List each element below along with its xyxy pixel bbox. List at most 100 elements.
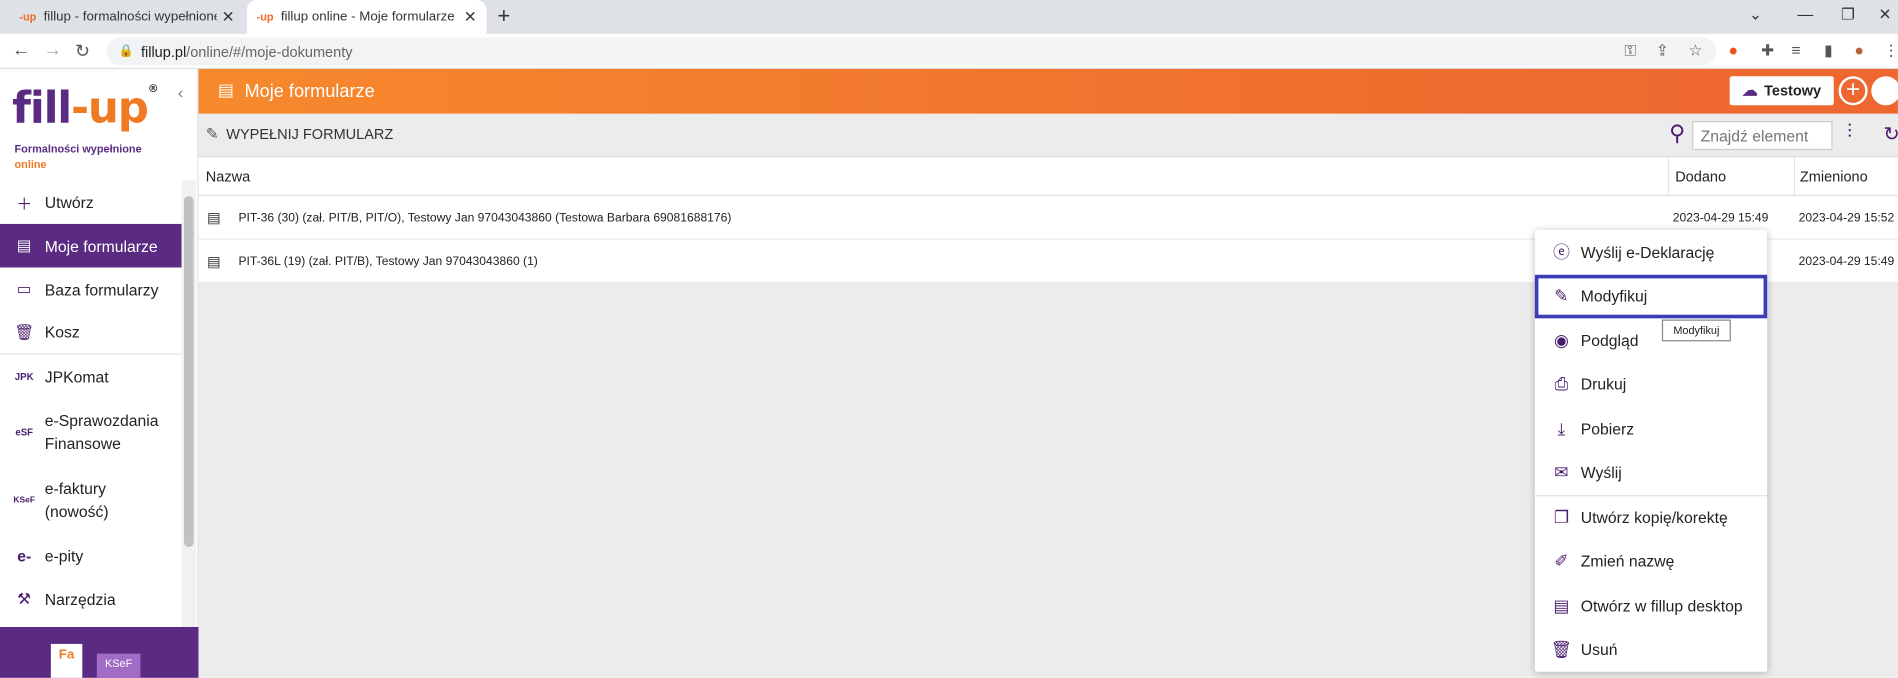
key-icon[interactable]: ⚿ xyxy=(1624,41,1636,60)
menu-item-label: Modyfikuj xyxy=(1580,287,1648,306)
sidebar-item-utworz[interactable]: ＋ Utwórz xyxy=(0,180,182,224)
sidebar-item-e-sprawozdania[interactable]: eSF e-Sprawozdania Finansowe xyxy=(0,398,182,466)
page-title: Moje formularze xyxy=(244,81,375,102)
esf-icon: eSF xyxy=(15,426,34,438)
table-header: Nazwa Dodano Zmieniono xyxy=(198,157,1898,197)
sidebar-item-narzedzia[interactable]: ⚒ Narzędzia xyxy=(0,577,182,621)
user-avatar[interactable] xyxy=(1871,76,1898,106)
menu-item-copy-correction[interactable]: ❐ Utwórz kopię/korektę xyxy=(1534,495,1768,539)
tab-search-icon[interactable]: ⌄ xyxy=(1749,5,1762,24)
profile-avatar-icon[interactable]: ● xyxy=(1854,41,1864,59)
sidepanel-icon[interactable]: ▮ xyxy=(1824,41,1833,60)
sidebar-item-e-pity[interactable]: e-e-pity xyxy=(0,534,182,578)
sidebar-scrollbar-thumb[interactable] xyxy=(183,196,194,548)
restore-icon[interactable]: ❐ xyxy=(1841,5,1855,24)
menu-item-send[interactable]: ✉ Wyślij xyxy=(1535,451,1767,495)
sidebar-item-e-faktury[interactable]: KSeF e-faktury (nowość) xyxy=(0,466,182,534)
row-name: PIT-36L (19) (zał. PIT/B), Testowy Jan 9… xyxy=(238,255,538,269)
share-icon[interactable]: ⇪ xyxy=(1656,41,1669,60)
menu-item-send-e-declaration[interactable]: ⓔ Wyślij e-Deklarację xyxy=(1535,230,1767,274)
puzzle-icon[interactable]: ✚ xyxy=(1761,41,1774,60)
collapse-sidebar-icon[interactable]: ‹ xyxy=(178,84,183,102)
forward-icon[interactable]: → xyxy=(44,40,62,61)
url-path: /online/#/moje-dokumenty xyxy=(186,42,353,60)
fillup-favicon-icon: -up xyxy=(19,10,37,23)
sidebar-item-jpkomat[interactable]: JPK JPKomat xyxy=(0,355,182,399)
menu-item-label: Drukuj xyxy=(1580,375,1627,394)
logo-fill: fill xyxy=(12,83,72,134)
document-icon: ▤ xyxy=(206,209,221,227)
filter-settings-icon[interactable]: ⫶ xyxy=(1847,122,1852,144)
tools-icon: ⚒ xyxy=(17,589,32,608)
folder-icon: ▭ xyxy=(16,279,32,298)
row-changed: 2023-04-29 15:49 xyxy=(1798,255,1895,269)
sidebar-item-kosz[interactable]: 🗑 Kosz xyxy=(0,311,182,355)
sidebar-item-label: e-Sprawozdania Finansowe xyxy=(44,411,159,453)
menu-item-download[interactable]: ⤓ Pobierz xyxy=(1535,407,1767,451)
column-divider xyxy=(1793,157,1796,197)
epity-icon: e- xyxy=(17,546,32,565)
menu-item-label: Utwórz kopię/korektę xyxy=(1580,508,1728,527)
trash-icon: 🗑 xyxy=(1550,639,1573,659)
refresh-icon[interactable]: ↻ xyxy=(1883,122,1898,146)
fillup-logo[interactable]: fill-up® xyxy=(12,83,159,134)
media-icon[interactable]: ≡ xyxy=(1791,41,1800,59)
sidebar-item-label: Narzędzia xyxy=(44,590,116,609)
ksef-badge: KSeF xyxy=(96,653,141,678)
sidebar-item-label: Kosz xyxy=(44,323,80,342)
trash-icon: 🗑 xyxy=(14,322,35,341)
bookmark-star-icon[interactable]: ☆ xyxy=(1689,41,1703,60)
close-tab-icon[interactable]: ✕ xyxy=(222,7,235,26)
menu-item-label: Pobierz xyxy=(1580,419,1635,438)
envelope-icon: ✉ xyxy=(1554,462,1569,483)
close-window-icon[interactable]: ✕ xyxy=(1879,5,1892,24)
reload-icon[interactable]: ↻ xyxy=(75,40,90,62)
promo-banner[interactable]: Fa KSeF xyxy=(0,626,199,678)
e-declaration-icon: ⓔ xyxy=(1552,242,1570,262)
tagline-line-1: Formalności wypełnione xyxy=(14,142,142,155)
menu-item-label: Zmień nazwę xyxy=(1580,552,1675,571)
toolbar: ✎ WYPEŁNIJ FORMULARZ ⚲ ⫶ ↻ xyxy=(198,113,1898,158)
menu-item-preview[interactable]: ◉ Podgląd xyxy=(1535,318,1767,362)
sidebar-item-label: e-faktury (nowość) xyxy=(44,479,109,521)
lock-icon: 🔒 xyxy=(118,44,134,59)
sidebar-item-label: e-pity xyxy=(44,546,84,565)
menu-item-rename[interactable]: ✐ Zmień nazwę xyxy=(1535,539,1767,583)
menu-item-delete[interactable]: 🗑 Usuń xyxy=(1535,628,1767,672)
column-header-name[interactable]: Nazwa xyxy=(206,168,250,185)
sidebar-item-label: JPKomat xyxy=(44,367,109,386)
row-added: 2023-04-29 15:49 xyxy=(1672,211,1769,226)
sidebar-item-label: Moje formularze xyxy=(44,236,158,255)
fill-form-button[interactable]: ✎ WYPEŁNIJ FORMULARZ xyxy=(206,125,394,144)
download-icon: ⤓ xyxy=(1557,418,1566,438)
fillup-favicon-icon: -up xyxy=(256,10,274,23)
menu-item-print[interactable]: ⎙ Drukuj xyxy=(1535,363,1767,407)
browser-tab-moje-formularze[interactable]: -up fillup online - Moje formularze ✕ xyxy=(246,0,487,34)
column-header-added[interactable]: Dodano xyxy=(1675,168,1726,185)
jpk-icon: JPK xyxy=(14,370,34,382)
kebab-menu-icon[interactable]: ⋮ xyxy=(1883,41,1898,60)
sidebar-item-moje-formularze[interactable]: ▤ Moje formularze xyxy=(0,223,182,268)
logo-tagline: Formalności wypełnione online xyxy=(15,142,142,173)
browser-tab-fillup-home[interactable]: -up fillup - formalności wypełnione. F ✕ xyxy=(10,0,245,34)
add-button[interactable]: + xyxy=(1838,76,1868,106)
logo-up: up xyxy=(87,83,149,134)
search-input[interactable] xyxy=(1692,121,1833,151)
sidebar-item-baza-formularzy[interactable]: ▭ Baza formularzy xyxy=(0,267,182,311)
menu-item-modify[interactable]: ✎ Modyfikuj xyxy=(1534,274,1768,319)
url-host: fillup.pl xyxy=(140,42,187,60)
account-button[interactable]: ☁ Testowy xyxy=(1729,76,1834,106)
new-tab-button[interactable]: + xyxy=(497,4,510,29)
page-header: ▤ Moje formularze ☁ Testowy + xyxy=(198,68,1898,114)
minimize-icon[interactable]: — xyxy=(1797,5,1813,23)
row-changed: 2023-04-29 15:52 xyxy=(1798,211,1895,226)
tagline-line-2: online xyxy=(14,158,47,171)
search-icon[interactable]: ⚲ xyxy=(1669,121,1685,146)
close-tab-icon[interactable]: ✕ xyxy=(464,7,477,26)
sidebar-item-label: Baza formularzy xyxy=(44,280,159,299)
extension-icon[interactable]: ● xyxy=(1728,41,1738,59)
url-field[interactable]: 🔒 fillup.pl/online/#/moje-dokumenty xyxy=(106,37,1717,66)
column-header-changed[interactable]: Zmieniono xyxy=(1800,168,1868,185)
menu-item-open-desktop[interactable]: ▤ Otwórz w fillup desktop xyxy=(1535,583,1767,627)
back-icon[interactable]: ← xyxy=(12,40,30,61)
